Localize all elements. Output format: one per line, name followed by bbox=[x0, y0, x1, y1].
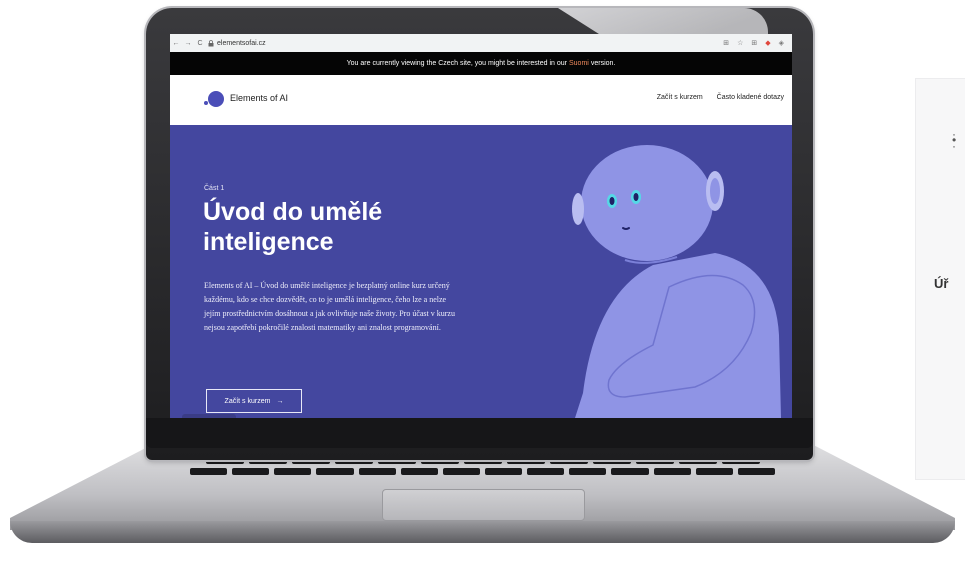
lock-icon bbox=[208, 39, 214, 46]
site-nav: Začít s kurzem Často kladené dotazy bbox=[657, 94, 784, 101]
robot-ear-right-inner bbox=[710, 178, 720, 204]
site-header: Elements of AI Začít s kurzem Často klad… bbox=[170, 75, 792, 125]
robot-mouth bbox=[622, 227, 630, 230]
page-tab-stub bbox=[182, 414, 236, 418]
start-course-label: Začít s kurzem bbox=[224, 397, 271, 405]
robot-ear-left bbox=[572, 193, 584, 225]
url-text: elementsofai.cz bbox=[217, 39, 266, 47]
translate-icon[interactable]: ⊞ bbox=[723, 39, 729, 47]
address-bar[interactable]: elementsofai.cz bbox=[208, 40, 266, 47]
site-brand[interactable]: Elements of AI bbox=[230, 93, 288, 103]
robot-illustration bbox=[572, 145, 781, 418]
laptop-trackpad bbox=[382, 489, 585, 521]
laptop-bezel bbox=[146, 418, 813, 448]
laptop-base-front bbox=[10, 521, 955, 543]
hero-section: Část 1 Úvod do umělé inteligence Element… bbox=[170, 125, 792, 418]
star-icon[interactable]: ☆ bbox=[737, 39, 743, 47]
background-panel: · • · Úř bbox=[915, 78, 965, 480]
notice-text-end: version. bbox=[590, 60, 616, 67]
notice-text: You are currently viewing the Czech site… bbox=[346, 60, 567, 67]
notice-link-suomi[interactable]: Suomi bbox=[569, 60, 589, 67]
start-course-button[interactable]: Začít s kurzem → bbox=[206, 389, 302, 413]
nav-faq[interactable]: Často kladené dotazy bbox=[717, 94, 784, 101]
hero-title: Úvod do umělé inteligence bbox=[203, 198, 383, 256]
browser-toolbar: ← → C elementsofai.cz ⊞ ☆ ⊞ ◆ ◈ bbox=[170, 34, 792, 53]
nav-start-course[interactable]: Začít s kurzem bbox=[657, 94, 703, 101]
browser-extensions: ⊞ ☆ ⊞ ◆ ◈ bbox=[723, 39, 792, 47]
arrow-right-icon: → bbox=[276, 397, 284, 405]
forward-button[interactable]: → bbox=[182, 40, 194, 47]
hero-part-label: Část 1 bbox=[204, 185, 225, 192]
side-panel-text: Úř bbox=[934, 276, 949, 291]
extension-red-icon[interactable]: ◆ bbox=[765, 39, 770, 47]
site-notice-bar: You are currently viewing the Czech site… bbox=[170, 52, 792, 75]
site-logo[interactable] bbox=[204, 89, 224, 109]
reload-button[interactable]: C bbox=[194, 40, 206, 47]
hero-description: Elements of AI – Úvod do umělé inteligen… bbox=[204, 281, 455, 332]
extension-shield-icon[interactable]: ◈ bbox=[779, 39, 784, 47]
laptop-screen: ← → C elementsofai.cz ⊞ ☆ ⊞ ◆ ◈ You are … bbox=[170, 34, 792, 418]
dots-icon: · • · bbox=[952, 127, 957, 153]
robot-head bbox=[581, 145, 713, 261]
back-button[interactable]: ← bbox=[170, 40, 182, 47]
extension-icon[interactable]: ⊞ bbox=[751, 39, 757, 47]
